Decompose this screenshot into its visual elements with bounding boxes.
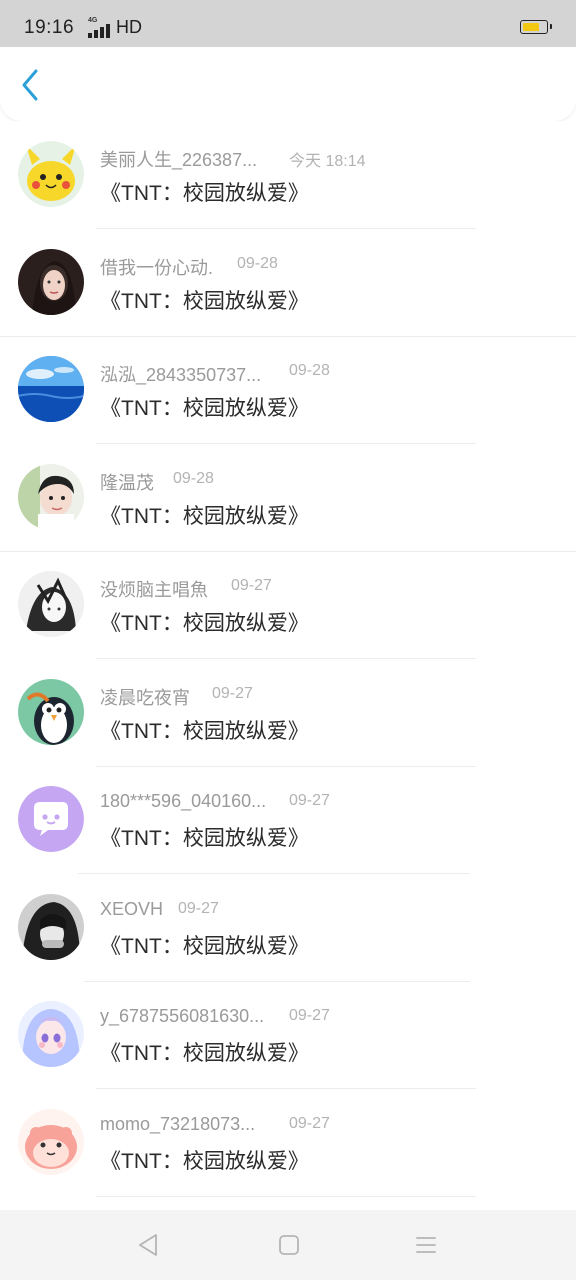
message-title: 《TNT：校园放纵爱》 bbox=[100, 397, 309, 420]
message-time: 09-27 bbox=[231, 577, 272, 594]
screen: 19:16 4G HD 美丽人生_226387... 今天 18:14 《TNT：校… bbox=[0, 0, 576, 1280]
nav-back-button[interactable] bbox=[136, 1232, 162, 1258]
message-row[interactable]: 美丽人生_226387... 今天 18:14 《TNT：校园放纵爱》 bbox=[0, 121, 576, 229]
message-row[interactable]: 借我一份心动. 09-28 《TNT：校园放纵爱》 bbox=[0, 229, 576, 337]
avatar[interactable] bbox=[18, 571, 84, 637]
message-title: 《TNT：校园放纵爱》 bbox=[100, 1149, 309, 1173]
message-row[interactable]: momo_73218073... 09-27 《TNT：校园放纵爱》 bbox=[0, 1089, 576, 1197]
sender-name: 美丽人生_226387... bbox=[100, 150, 258, 170]
message-row[interactable]: 隆温茂 09-28 《TNT：校园放纵爱》 bbox=[0, 444, 576, 552]
sender-name: 180***596_040160... bbox=[100, 791, 267, 811]
triangle-back-icon bbox=[139, 1234, 157, 1256]
message-title: 《TNT：校园放纵爱》 bbox=[100, 719, 309, 743]
battery-icon bbox=[520, 20, 552, 34]
sender-name: 凌晨吃夜宵 bbox=[100, 687, 190, 708]
message-row[interactable]: 180***596_040160... 09-27 《TNT：校园放纵爱》 bbox=[0, 766, 576, 874]
avatar[interactable] bbox=[18, 1108, 84, 1175]
message-time: 09-27 bbox=[289, 1114, 330, 1132]
message-row[interactable]: 泓泓_2843350737... 09-28 《TNT：校园放纵爱》 bbox=[0, 336, 576, 444]
square-home-icon bbox=[279, 1235, 299, 1255]
avatar[interactable] bbox=[18, 356, 84, 422]
message-time: 今天 18:14 bbox=[289, 153, 366, 170]
sender-name: 隆温茂 bbox=[100, 472, 154, 493]
app-bar bbox=[0, 47, 576, 121]
message-row[interactable]: 没烦脑主唱魚 09-27 《TNT：校园放纵爱》 bbox=[0, 551, 576, 659]
message-row[interactable]: y_6787556081630... 09-27 《TNT：校园放纵爱》 bbox=[0, 981, 576, 1089]
avatar[interactable] bbox=[18, 248, 84, 315]
hd-label: HD bbox=[116, 17, 142, 37]
message-title: 《TNT：校园放纵爱》 bbox=[100, 1042, 309, 1065]
message-title: 《TNT：校园放纵爱》 bbox=[100, 289, 309, 313]
sender-name: momo_73218073... bbox=[100, 1113, 256, 1134]
status-bar: 19:16 4G HD bbox=[0, 0, 576, 47]
network-type: 4G bbox=[88, 17, 98, 24]
message-time: 09-28 bbox=[289, 362, 330, 379]
chevron-left-icon bbox=[22, 69, 38, 101]
message-row[interactable]: XEOVH 09-27 《TNT：校园放纵爱》 bbox=[0, 874, 576, 982]
message-time: 09-27 bbox=[212, 684, 253, 702]
avatar[interactable] bbox=[18, 893, 84, 960]
message-time: 09-27 bbox=[289, 792, 330, 809]
navigation-bar bbox=[0, 1210, 576, 1280]
message-time: 09-27 bbox=[289, 1007, 330, 1024]
avatar[interactable] bbox=[18, 141, 84, 207]
sender-name: 没烦脑主唱魚 bbox=[100, 580, 208, 600]
message-time: 09-28 bbox=[237, 254, 278, 272]
avatar[interactable] bbox=[18, 786, 84, 852]
message-title: 《TNT：校园放纵爱》 bbox=[100, 934, 309, 958]
message-title: 《TNT：校园放纵爱》 bbox=[100, 504, 309, 528]
sender-name: y_6787556081630... bbox=[100, 1006, 265, 1026]
avatar[interactable] bbox=[18, 463, 84, 530]
message-title: 《TNT：校园放纵爱》 bbox=[100, 612, 309, 635]
message-title: 《TNT：校园放纵爱》 bbox=[100, 182, 309, 205]
nav-home-button[interactable] bbox=[276, 1232, 302, 1258]
menu-lines-icon bbox=[416, 1237, 436, 1253]
message-row[interactable]: 凌晨吃夜宵 09-27 《TNT：校园放纵爱》 bbox=[0, 659, 576, 767]
row-divider bbox=[96, 1195, 476, 1197]
avatar[interactable] bbox=[18, 1001, 84, 1067]
message-title: 《TNT：校园放纵爱》 bbox=[100, 827, 309, 850]
nav-menu-button[interactable] bbox=[413, 1232, 439, 1258]
status-time: 19:16 bbox=[24, 17, 75, 38]
avatar[interactable] bbox=[18, 678, 84, 745]
sender-name: XEOVH bbox=[100, 898, 164, 919]
message-time: 09-27 bbox=[178, 899, 219, 917]
back-button[interactable] bbox=[14, 65, 50, 105]
sender-name: 泓泓_2843350737... bbox=[100, 365, 262, 385]
sender-name: 借我一份心动. bbox=[100, 257, 214, 278]
message-time: 09-28 bbox=[173, 469, 214, 487]
